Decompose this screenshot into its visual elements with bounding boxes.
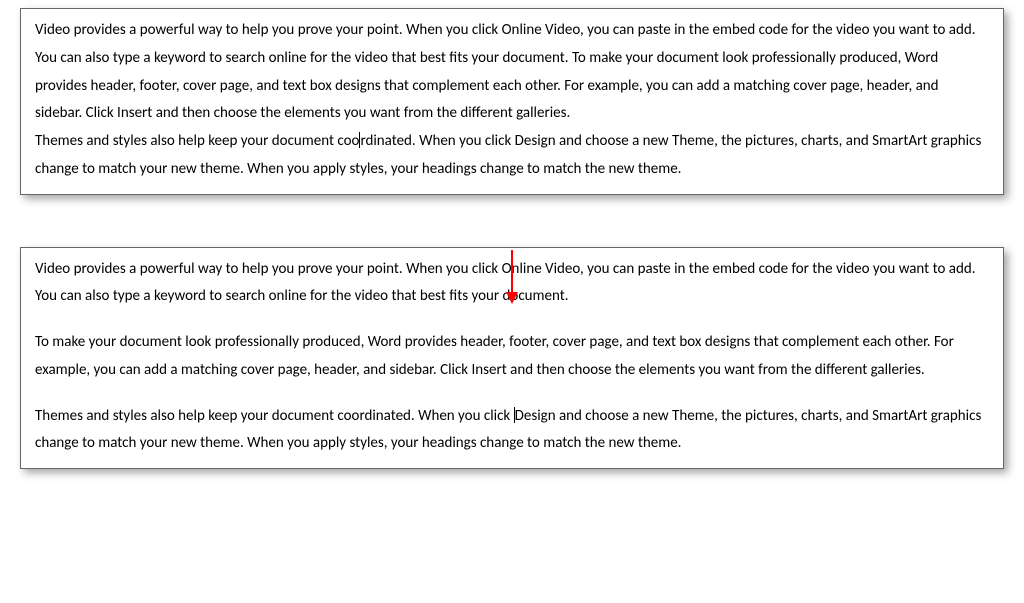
text-cursor-icon xyxy=(514,407,515,423)
down-arrow-icon xyxy=(502,250,522,306)
after-text-3-before-cursor: Themes and styles also help keep your do… xyxy=(35,407,514,425)
arrow-head xyxy=(506,292,518,304)
before-paragraph-2: Themes and styles also help keep your do… xyxy=(35,128,989,184)
text-cursor-icon xyxy=(359,132,360,148)
before-text-2-before-cursor: Themes and styles also help keep your do… xyxy=(35,132,359,150)
arrow-line xyxy=(511,250,513,292)
after-paragraph-2: To make your document look professionall… xyxy=(35,329,989,385)
before-paragraph-1: Video provides a powerful way to help yo… xyxy=(35,17,989,128)
after-paragraph-3: Themes and styles also help keep your do… xyxy=(35,403,989,459)
before-panel: Video provides a powerful way to help yo… xyxy=(20,8,1004,195)
